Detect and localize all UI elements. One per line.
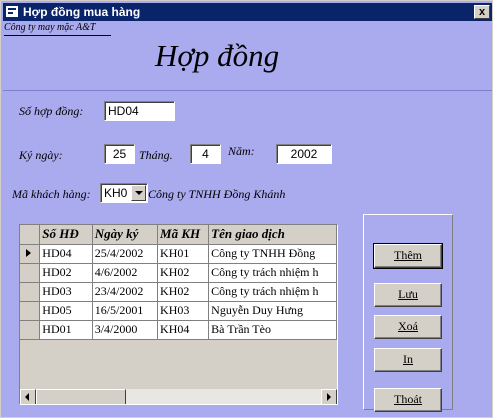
- contract-no-field[interactable]: HD04: [104, 101, 175, 121]
- row-selector[interactable]: [20, 263, 41, 283]
- cell-sign-date[interactable]: 16/5/2001: [92, 301, 159, 321]
- page-title: Hợp đồng: [155, 38, 280, 73]
- form-icon: [6, 6, 18, 17]
- day-field[interactable]: 25: [104, 144, 135, 164]
- cell-trade-name[interactable]: Bà Trần Tèo: [208, 320, 337, 340]
- cell-contract-no[interactable]: HD03: [39, 282, 93, 302]
- cell-contract-no[interactable]: HD02: [39, 263, 93, 283]
- cell-customer-code[interactable]: KH03: [157, 301, 210, 321]
- cell-customer-code[interactable]: KH02: [157, 263, 210, 283]
- customer-code-select[interactable]: KH0: [100, 183, 148, 203]
- cell-contract-no[interactable]: HD04: [39, 244, 93, 264]
- save-button[interactable]: Lưu: [374, 283, 442, 307]
- print-button[interactable]: In: [374, 348, 442, 372]
- exit-button[interactable]: Thoát: [374, 388, 442, 412]
- company-name: Công ty may mặc A&T: [4, 22, 96, 33]
- column-header-trade-name[interactable]: Tên giao dịch: [208, 225, 337, 245]
- add-button-label: Thêm: [394, 248, 422, 262]
- date-label: Ký ngày:: [19, 148, 63, 162]
- cell-sign-date[interactable]: 25/4/2002: [92, 244, 159, 264]
- cell-customer-code[interactable]: KH02: [157, 282, 210, 302]
- cell-contract-no[interactable]: HD01: [39, 320, 93, 340]
- grid-corner[interactable]: [20, 225, 41, 245]
- cell-sign-date[interactable]: 4/6/2002: [92, 263, 159, 283]
- form-body: Công ty may mặc A&T Hợp đồng Số hợp đồng…: [3, 21, 492, 417]
- cell-trade-name[interactable]: Công ty TNHH Đồng: [208, 244, 337, 264]
- delete-button-label: Xoá: [398, 319, 418, 333]
- contract-no-label: Số hợp đồng:: [19, 104, 84, 118]
- month-label: Tháng.: [139, 148, 173, 162]
- company-underline: [4, 35, 111, 36]
- row-selector[interactable]: [20, 301, 41, 321]
- exit-button-label: Thoát: [394, 392, 422, 406]
- cell-customer-code[interactable]: KH01: [157, 244, 210, 264]
- cell-contract-no[interactable]: HD05: [39, 301, 93, 321]
- chevron-down-icon[interactable]: [131, 185, 146, 201]
- scrollbar-thumb[interactable]: [36, 389, 126, 404]
- customer-code-value: KH0: [104, 186, 128, 200]
- customer-name: Công ty TNHH Đồng Khánh: [148, 187, 286, 201]
- print-button-label: In: [403, 352, 413, 366]
- cell-customer-code[interactable]: KH04: [157, 320, 210, 340]
- column-header-contract-no[interactable]: Số HĐ: [39, 225, 93, 245]
- title-bar: Hợp đồng mua hàng x: [3, 3, 492, 21]
- row-selector[interactable]: [20, 244, 41, 264]
- year-field[interactable]: 2002: [276, 144, 332, 164]
- customer-code-label: Mã khách hàng:: [12, 187, 91, 201]
- column-header-customer-code[interactable]: Mã KH: [157, 225, 210, 245]
- cell-trade-name[interactable]: Nguyễn Duy Hưng: [208, 301, 337, 321]
- delete-button[interactable]: Xoá: [374, 315, 442, 339]
- cell-sign-date[interactable]: 23/4/2002: [92, 282, 159, 302]
- table-row[interactable]: HD02 4/6/2002 KH02 Công ty trách nhiệm h: [20, 263, 337, 283]
- row-selector[interactable]: [20, 320, 41, 340]
- save-button-label: Lưu: [398, 287, 418, 301]
- scroll-left-icon[interactable]: [20, 389, 36, 404]
- cell-trade-name[interactable]: Công ty trách nhiệm h: [208, 263, 337, 283]
- add-button[interactable]: Thêm: [373, 243, 443, 269]
- table-row[interactable]: HD01 3/4/2000 KH04 Bà Trần Tèo: [20, 320, 337, 340]
- horizontal-scrollbar[interactable]: [20, 388, 337, 404]
- month-field[interactable]: 4: [190, 144, 221, 164]
- scroll-right-icon[interactable]: [321, 389, 337, 404]
- row-selector[interactable]: [20, 282, 41, 302]
- table-row[interactable]: HD05 16/5/2001 KH03 Nguyễn Duy Hưng: [20, 301, 337, 321]
- column-header-sign-date[interactable]: Ngày ký: [92, 225, 159, 245]
- table-row[interactable]: HD04 25/4/2002 KH01 Công ty TNHH Đồng: [20, 244, 337, 264]
- grid-header-row: Số HĐ Ngày ký Mã KH Tên giao dịch: [20, 225, 337, 245]
- contracts-grid[interactable]: Số HĐ Ngày ký Mã KH Tên giao dịch HD04 2…: [19, 224, 338, 405]
- close-button[interactable]: x: [474, 5, 490, 19]
- action-panel: Thêm Lưu Xoá In Thoát: [363, 214, 453, 412]
- table-row[interactable]: HD03 23/4/2002 KH02 Công ty trách nhiệm …: [20, 282, 337, 302]
- cell-sign-date[interactable]: 3/4/2000: [92, 320, 159, 340]
- year-label: Năm:: [228, 144, 255, 158]
- current-row-pointer-icon: [26, 249, 31, 257]
- header-divider: [3, 90, 492, 91]
- cell-trade-name[interactable]: Công ty trách nhiệm h: [208, 282, 337, 302]
- contract-window: Hợp đồng mua hàng x Công ty may mặc A&T …: [0, 0, 493, 418]
- window-title: Hợp đồng mua hàng: [23, 5, 141, 19]
